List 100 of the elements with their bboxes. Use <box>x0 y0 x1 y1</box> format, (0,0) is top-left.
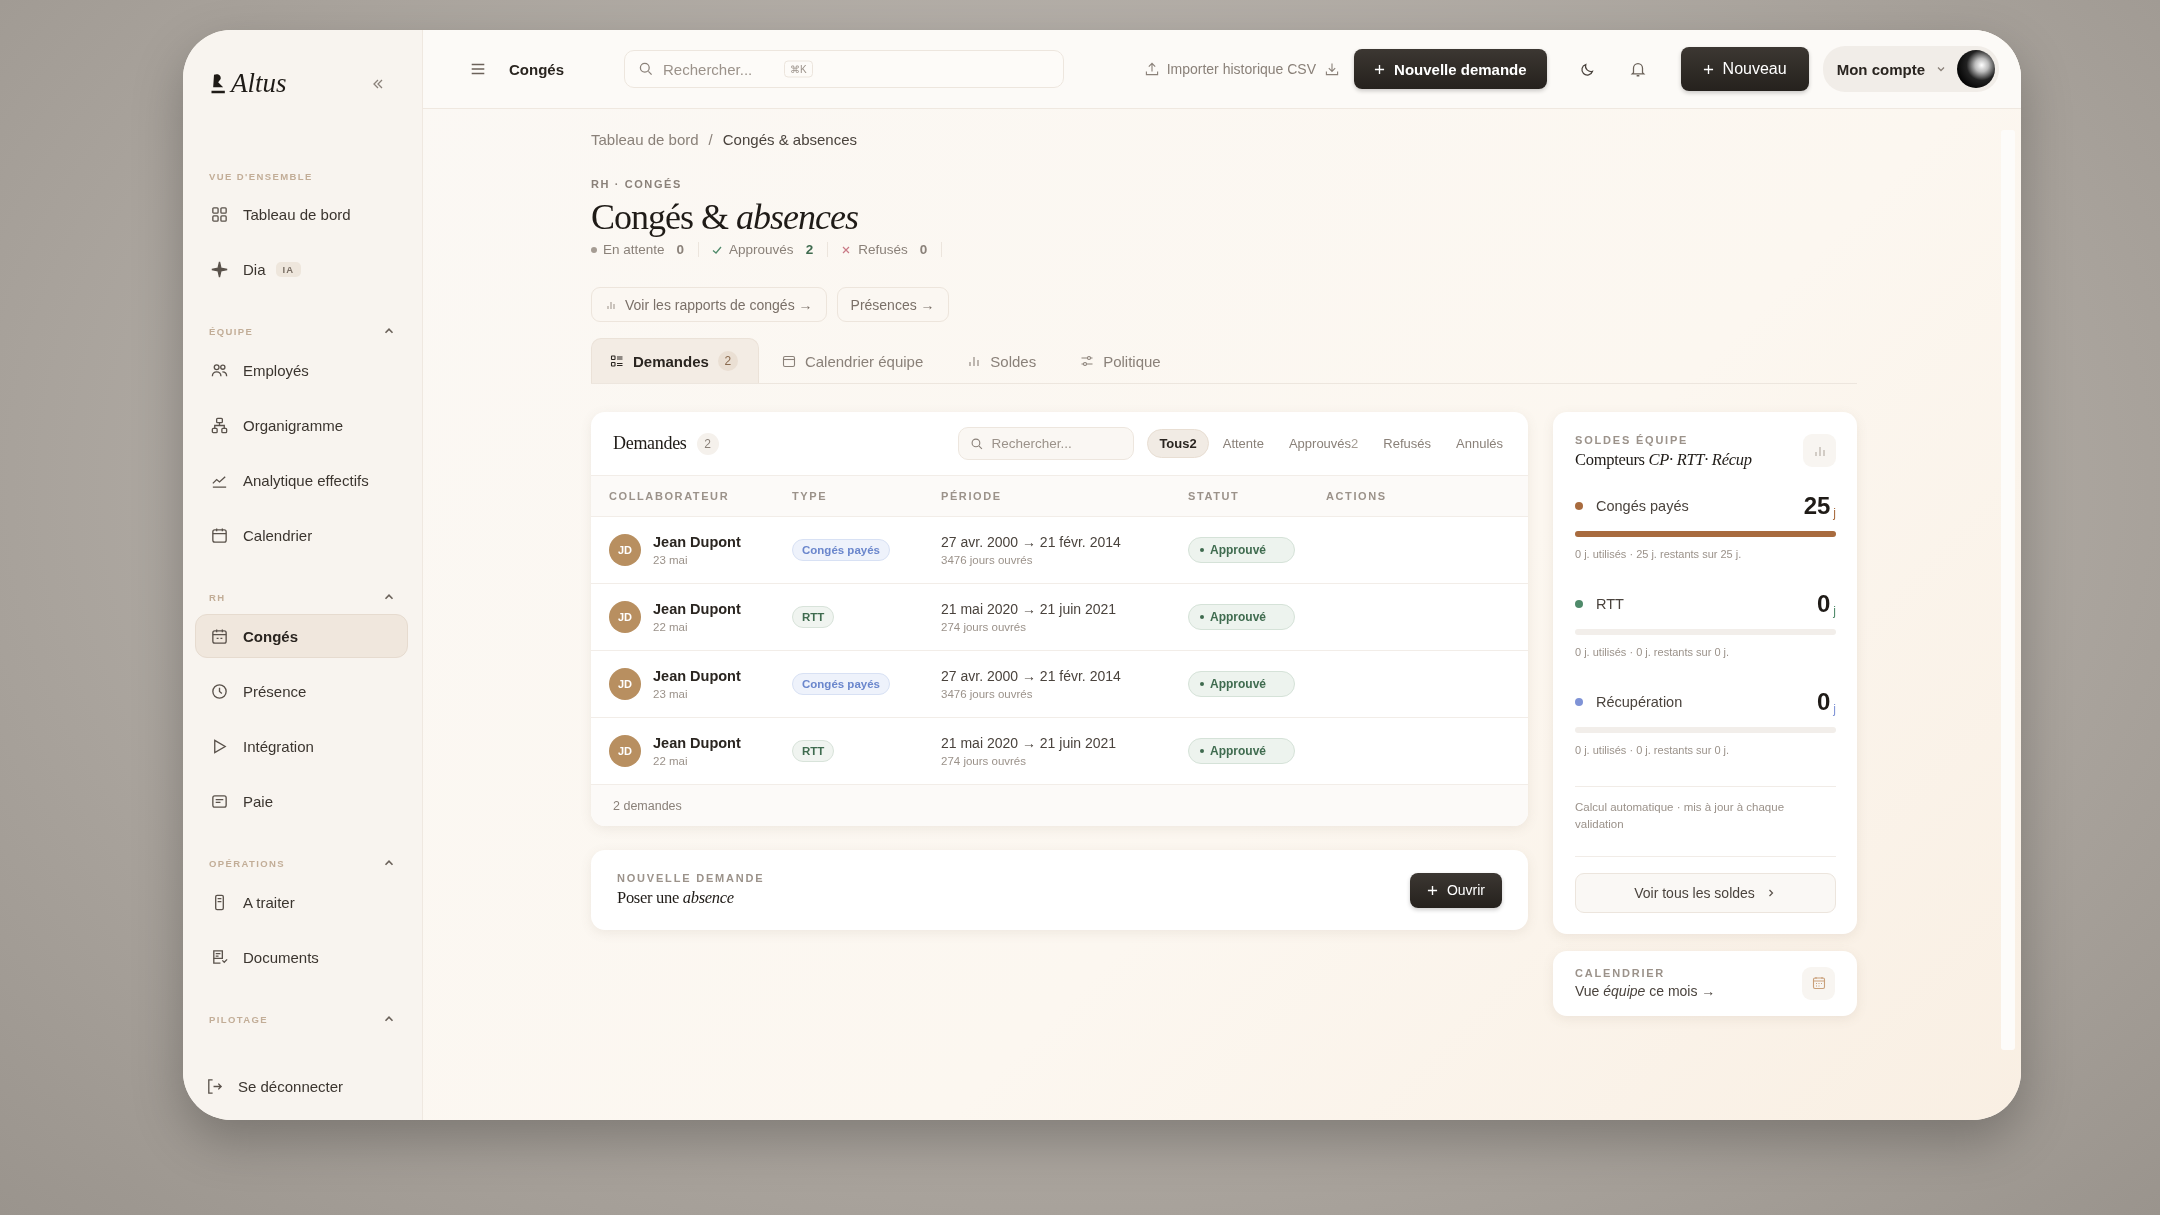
plus-icon <box>1374 63 1386 75</box>
avatar-initials: JD <box>609 534 641 566</box>
plus-icon <box>1702 63 1714 75</box>
balance-detail: 0 j. utilisés · 0 j. restants sur 0 j. <box>1575 646 1731 658</box>
filter-chip[interactable]: Refusés <box>1372 430 1442 457</box>
page-title: Congés <box>509 60 564 78</box>
view-balances-button[interactable]: Voir tous les soldes <box>1575 872 1836 913</box>
request-date: 23 mai <box>653 554 688 566</box>
avatar-initials: JD <box>609 735 641 767</box>
shortcut-hint: ⌘K <box>784 60 813 78</box>
working-days: 274 jours ouvrés <box>941 755 1027 767</box>
bell-icon[interactable] <box>1628 60 1647 78</box>
filter-chip[interactable]: Tous2 <box>1147 429 1209 458</box>
calendar-link[interactable]: Vue équipe ce mois → <box>1575 983 1716 999</box>
leave-type-tag: RTT <box>792 740 835 762</box>
balance-name: Congés payés <box>1596 498 1689 514</box>
card-eyebrow: SOLDES ÉQUIPE <box>1575 434 1689 446</box>
grid-icon <box>210 204 229 224</box>
open-button[interactable]: Ouvrir <box>1409 872 1502 908</box>
status-summary: En attente 0 <box>591 242 700 257</box>
sidebar-item[interactable]: A traiter <box>195 880 408 924</box>
column-header: COLLABORATEUR <box>609 490 731 502</box>
card-eyebrow: NOUVELLE DEMANDE <box>617 872 765 884</box>
tab[interactable]: Calendrier équipe <box>762 338 945 383</box>
sidebar-item[interactable]: Calendrier <box>195 513 408 557</box>
ai-badge: IA <box>275 261 301 277</box>
card-title: Poser une absence <box>617 888 734 908</box>
download-icon[interactable] <box>1324 61 1341 77</box>
status-summary: Refusés 0 <box>840 242 943 257</box>
period-range: 27 avr. 2000 → 21 févr. 2014 <box>941 534 1121 550</box>
page-heading: Congés & absences <box>591 196 859 238</box>
working-days: 274 jours ouvrés <box>941 621 1027 633</box>
info-note: Calcul automatique · mis à jour à chaque validation <box>1575 800 1786 833</box>
unit-label: j <box>1833 604 1836 618</box>
balance-value: 0 <box>1816 590 1831 618</box>
filter-chip[interactable]: Approuvés2 <box>1277 430 1370 457</box>
tab[interactable]: Demandes 2 <box>591 338 759 383</box>
sidebar-item[interactable]: Organigramme <box>195 403 408 447</box>
filter-chip[interactable]: Attente <box>1211 430 1275 457</box>
sidebar-item[interactable]: Dia IA <box>195 247 408 291</box>
count-badge: 2 <box>696 432 719 455</box>
search-field[interactable]: Rechercher... <box>958 427 1135 460</box>
section-label: RH <box>209 591 226 603</box>
card-title: Demandes <box>613 433 687 454</box>
sidebar-item[interactable]: Analytique effectifs <box>195 458 408 502</box>
sidebar-item[interactable]: Employés <box>195 348 408 392</box>
employee-name: Jean Dupont <box>653 668 741 684</box>
column-header: STATUT <box>1188 490 1241 502</box>
new-button[interactable]: Nouveau <box>1680 47 1809 91</box>
section-label: OPÉRATIONS <box>209 857 286 869</box>
filter-chip[interactable]: Annulés <box>1445 430 1514 457</box>
calendar-icon <box>210 626 229 646</box>
period-range: 21 mai 2020 → 21 juin 2021 <box>941 601 1117 617</box>
user-avatar[interactable] <box>1957 50 1995 88</box>
import-button[interactable]: Importer historique CSV <box>1143 61 1317 77</box>
unit-label: j <box>1833 506 1836 520</box>
request-date: 22 mai <box>653 755 688 767</box>
sidebar-item[interactable]: Tableau de bord <box>195 192 408 236</box>
avatar-initials: JD <box>609 668 641 700</box>
section-label: VUE D'ENSEMBLE <box>209 171 313 182</box>
breadcrumb-separator: / <box>708 131 713 148</box>
logout-link[interactable]: Se déconnecter <box>205 1077 404 1096</box>
avatar-initials: JD <box>609 601 641 633</box>
card-title: Compteurs CP· RTT· Récup <box>1575 450 1752 470</box>
balance-detail: 0 j. utilisés · 25 j. restants sur 25 j. <box>1575 548 1743 560</box>
status-summary: Approuvés 2 <box>711 242 829 257</box>
request-date: 23 mai <box>653 688 688 700</box>
sidebar-item[interactable]: Paie <box>195 779 408 823</box>
upload-icon <box>1143 61 1160 77</box>
leave-type-tag: Congés payés <box>792 539 890 561</box>
column-header: TYPE <box>792 490 829 502</box>
leave-type-tag: Congés payés <box>792 673 890 695</box>
calendar-icon <box>210 525 229 545</box>
new-request-button[interactable]: Nouvelle demande <box>1354 49 1547 89</box>
sidebar-item[interactable]: Présence <box>195 669 408 713</box>
bar-chart-icon <box>967 354 982 368</box>
employee-name: Jean Dupont <box>653 601 741 617</box>
status-badge: Approuvé <box>1188 537 1295 563</box>
tab[interactable]: Soldes <box>948 338 1058 383</box>
balance-name: RTT <box>1596 596 1624 612</box>
document-icon <box>210 947 229 967</box>
list-icon <box>610 354 624 368</box>
clock-icon <box>210 681 229 701</box>
card-eyebrow: CALENDRIER <box>1575 967 1666 979</box>
sidebar-item[interactable]: Intégration <box>195 724 408 768</box>
balance-value: 0 <box>1816 688 1831 716</box>
sidebar-item[interactable]: Congés <box>195 614 408 658</box>
report-link[interactable]: Voir les rapports de congés → <box>591 287 827 322</box>
breadcrumb-current: Congés & absences <box>722 131 858 148</box>
page-eyebrow: RH · CONGÉS <box>591 178 683 190</box>
sidebar-item[interactable]: Documents <box>195 935 408 979</box>
report-link[interactable]: Présences → <box>836 287 949 322</box>
working-days: 3476 jours ouvrés <box>941 688 1033 700</box>
org-chart-icon <box>210 415 229 435</box>
tab[interactable]: Politique <box>1061 338 1182 383</box>
plus-icon <box>1426 884 1438 896</box>
period-range: 27 avr. 2000 → 21 févr. 2014 <box>941 668 1121 684</box>
account-menu[interactable]: Mon compte <box>1822 46 1999 92</box>
breadcrumb-link[interactable]: Tableau de bord <box>591 131 699 148</box>
logout-icon <box>205 1077 224 1096</box>
